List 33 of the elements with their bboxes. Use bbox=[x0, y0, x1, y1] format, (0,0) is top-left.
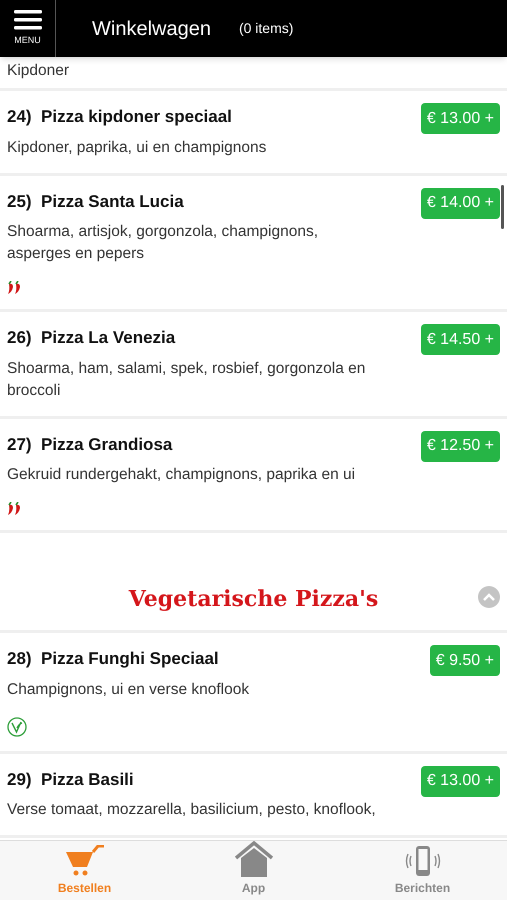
scrollbar bbox=[501, 185, 504, 229]
price-button[interactable]: € 13.00 + bbox=[420, 766, 500, 796]
dish-description: Kipdoner, paprika, ui en champignons bbox=[7, 138, 268, 158]
menu-icon bbox=[14, 10, 42, 30]
price-button[interactable]: € 12.50 + bbox=[420, 430, 500, 462]
home-icon bbox=[234, 841, 274, 877]
dish-description: Champignons, ui en verse knoflook bbox=[7, 680, 250, 700]
tab-bar-item[interactable]: Berichten bbox=[338, 841, 507, 900]
chevron-up-icon bbox=[483, 593, 495, 601]
tab-bar-item[interactable]: App bbox=[169, 841, 338, 900]
page-title: Winkelwagen bbox=[92, 16, 211, 42]
price-button[interactable]: € 14.50 + bbox=[420, 324, 500, 355]
menu-button[interactable]: MENU bbox=[0, 0, 56, 57]
dish-title: 26) Pizza La Venezia bbox=[7, 327, 176, 349]
dish-title: 27) Pizza Grandiosa bbox=[7, 434, 174, 456]
dish-description: Shoarma, artisjok, gorgonzola, champignons, asperges en pepers bbox=[7, 222, 320, 264]
cart-count: (0 items) bbox=[238, 19, 294, 38]
dish-description: Shoarma, ham, salami, spek, rosbief, gorgonzola en broccoli bbox=[7, 358, 366, 400]
tab-bar-item[interactable]: Bestellen bbox=[0, 841, 169, 900]
dish-title: 28) Pizza Funghi Speciaal bbox=[7, 648, 220, 670]
cart-icon bbox=[64, 845, 104, 877]
scroll-up-button[interactable] bbox=[478, 586, 500, 608]
section-title: Vegetarische Pizza's bbox=[128, 584, 378, 614]
dish-title: 25) Pizza Santa Lucia bbox=[7, 190, 185, 212]
dish-description: Gekruid rundergehakt, champignons, paprika en ui bbox=[7, 465, 356, 485]
dish-title: 29) Pizza Basili bbox=[7, 768, 135, 790]
dish-description: Kipdoner bbox=[7, 61, 70, 81]
vegetarian-icon bbox=[7, 716, 27, 736]
price-button[interactable]: € 13.00 + bbox=[420, 103, 500, 134]
price-button[interactable]: € 14.00 + bbox=[420, 188, 500, 218]
dish-description: Verse tomaat, mozzarella, basilicium, pesto, knoflook, bbox=[7, 800, 377, 820]
price-button[interactable]: € 9.50 + bbox=[430, 645, 500, 676]
dish-title: 24) Pizza kipdoner speciaal bbox=[7, 106, 233, 128]
